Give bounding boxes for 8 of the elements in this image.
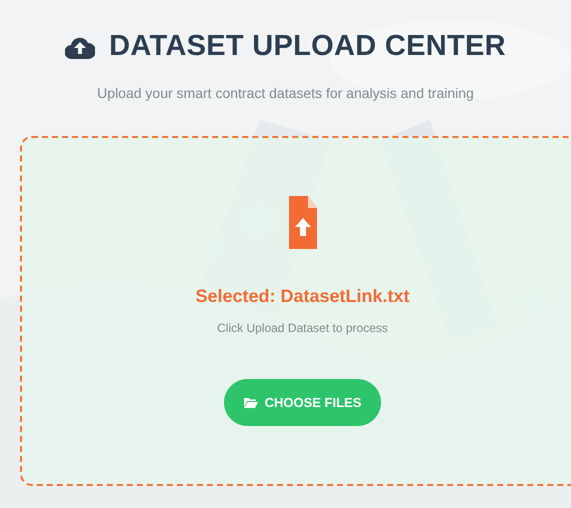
dropzone[interactable]: Selected: DatasetLink.txt Click Upload Dataset to process CHOOSE FILES [20, 136, 571, 486]
choose-files-button[interactable]: CHOOSE FILES [224, 379, 382, 426]
folder-icon [244, 397, 258, 408]
page-title: DATASET UPLOAD CENTER [109, 30, 506, 63]
hint-text: Click Upload Dataset to process [217, 321, 388, 335]
page-subtitle: Upload your smart contract datasets for analysis and training [97, 85, 474, 101]
selected-file-text: Selected: DatasetLink.txt [195, 286, 410, 307]
file-upload-icon [288, 196, 318, 250]
